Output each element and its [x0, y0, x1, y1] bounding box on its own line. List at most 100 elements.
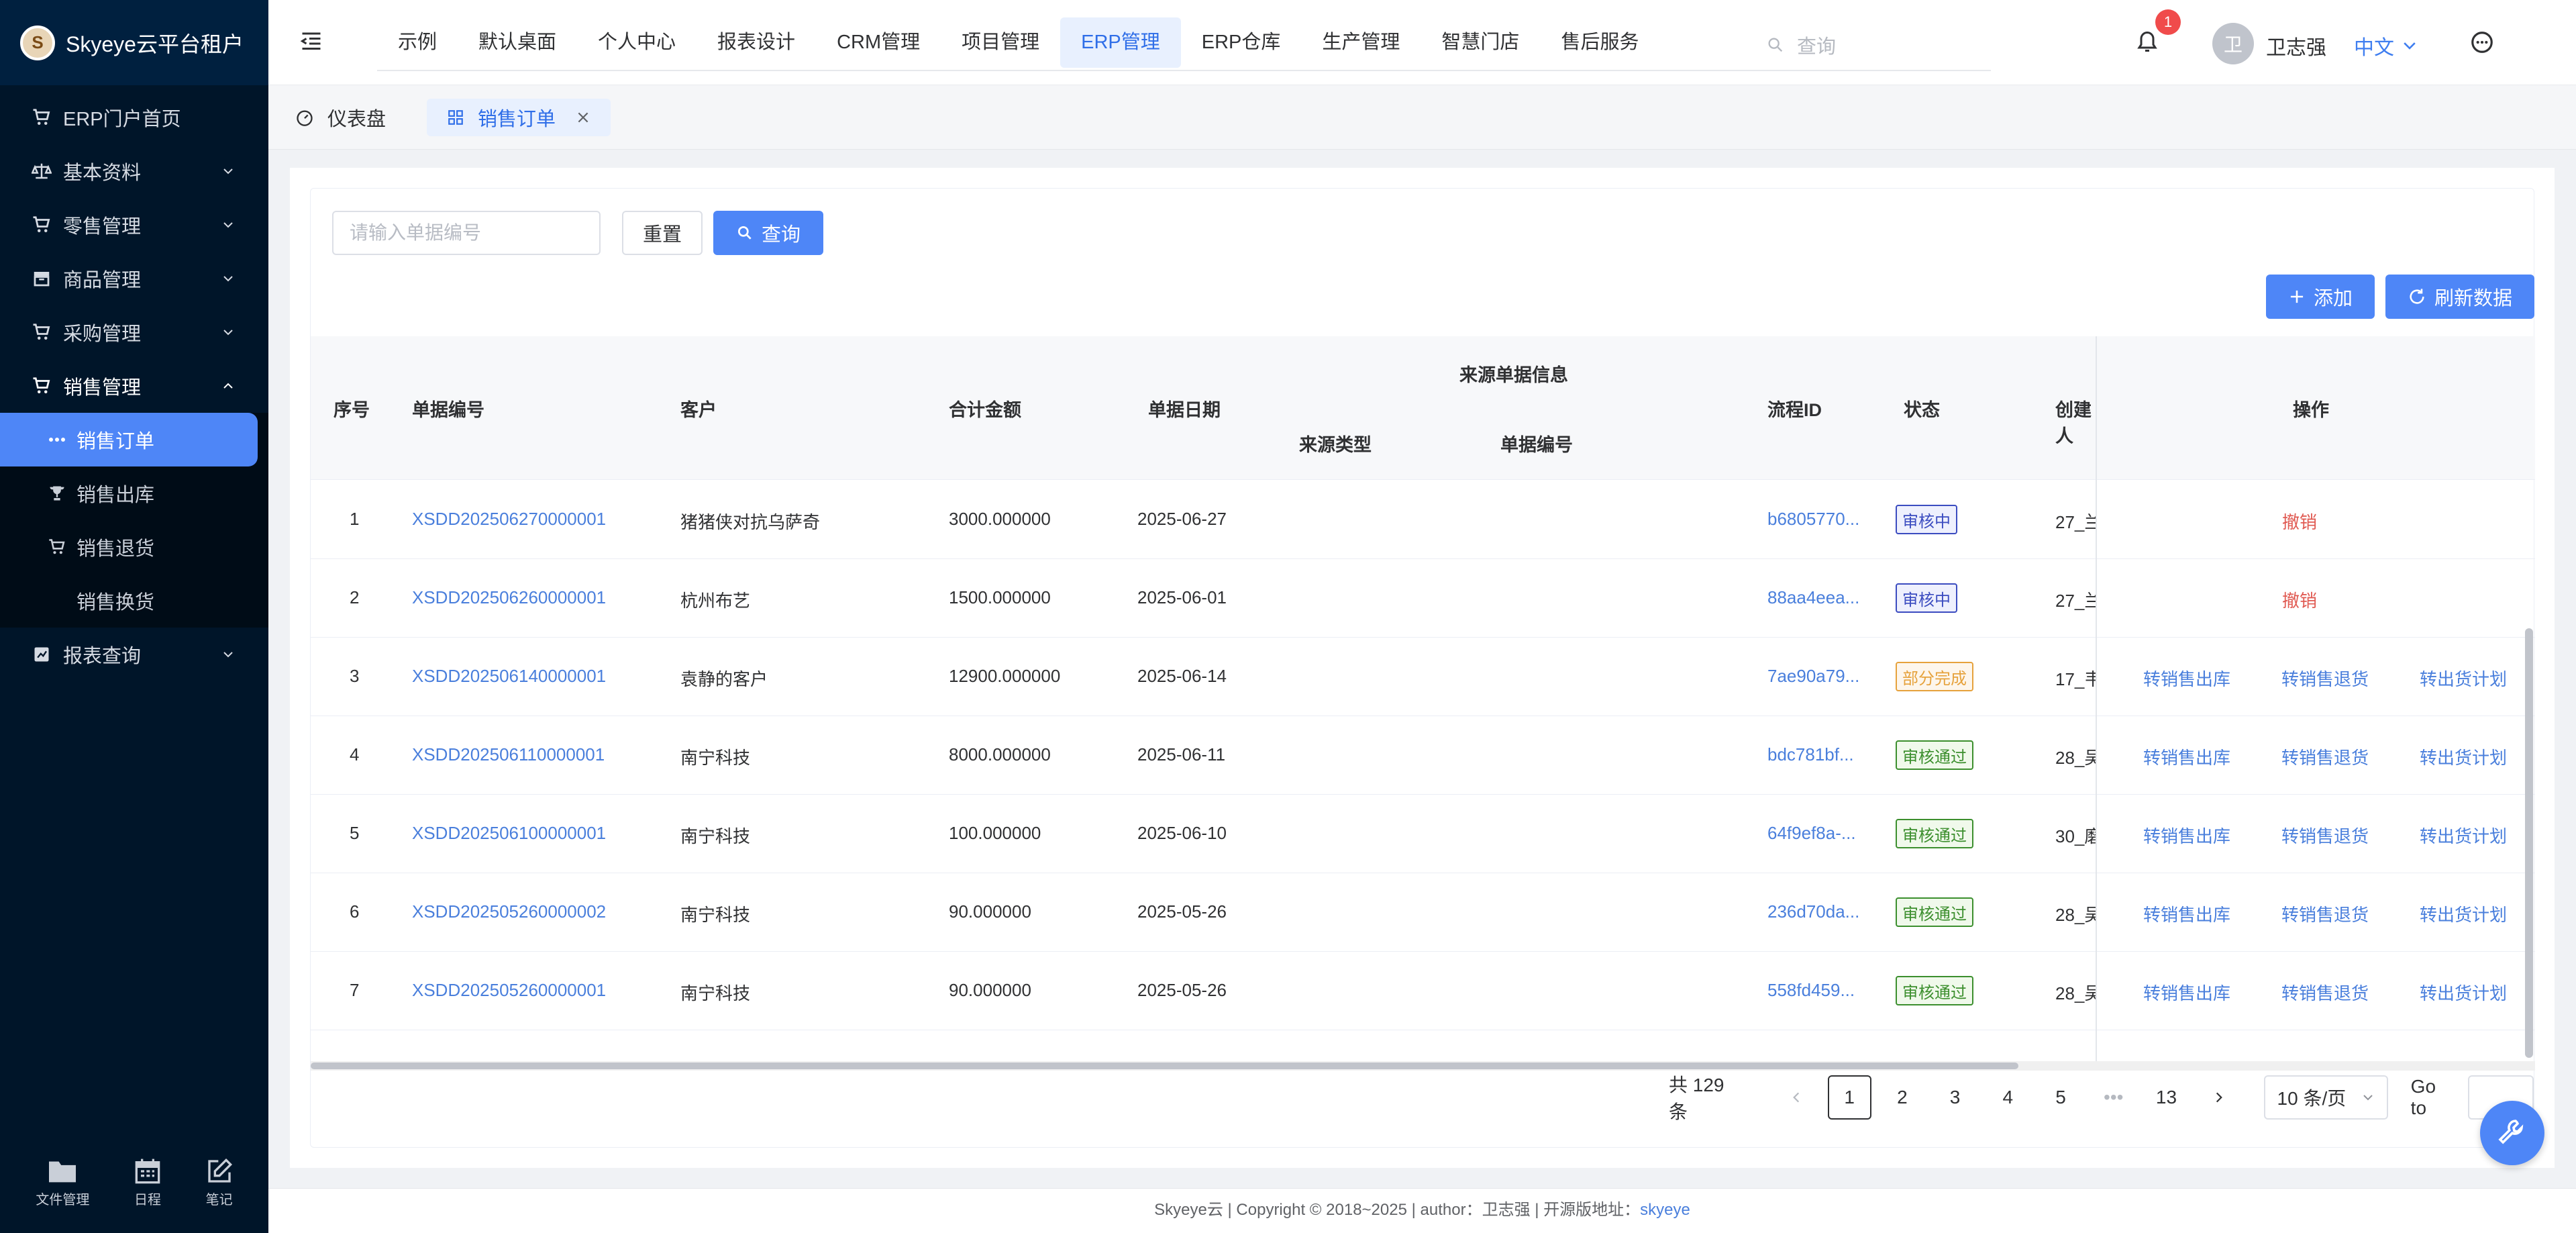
bell-icon[interactable]	[2135, 28, 2159, 55]
to-shipment-plan-link[interactable]: 转出货计划	[2420, 823, 2507, 848]
tab-report-design[interactable]: 报表设计	[697, 17, 816, 68]
flow-id-link[interactable]: b6805770...	[1767, 509, 1859, 530]
to-sales-return-link[interactable]: 转销售退货	[2281, 666, 2369, 691]
page-1[interactable]: 1	[1827, 1075, 1871, 1120]
to-shipment-plan-link[interactable]: 转出货计划	[2420, 666, 2507, 691]
prev-page-icon[interactable]	[1775, 1075, 1818, 1120]
tab-examples[interactable]: 示例	[377, 17, 458, 68]
page-tab-sales-orders[interactable]: 销售订单	[427, 99, 611, 136]
sidebar-item-purchase[interactable]: 采购管理	[0, 305, 268, 359]
sidebar-item-erp-home[interactable]: ERP门户首页	[0, 91, 268, 144]
page-size-select[interactable]: 10 条/页	[2263, 1075, 2388, 1120]
footer-repo-link[interactable]: skyeye	[1640, 1201, 1690, 1219]
page-3[interactable]: 3	[1933, 1075, 1977, 1120]
row-amount: 1500.000000	[949, 587, 1051, 607]
to-sales-return-link[interactable]: 转销售退货	[2281, 901, 2369, 926]
vertical-scrollbar[interactable]	[2525, 628, 2533, 1058]
header-search[interactable]: 查询	[1766, 31, 1836, 59]
to-sales-outbound-link[interactable]: 转销售出库	[2143, 823, 2230, 848]
page-5[interactable]: 5	[2039, 1075, 2083, 1120]
tab-erp-warehouse[interactable]: ERP仓库	[1181, 17, 1302, 68]
sidebar-item-label: 销售退货	[76, 538, 155, 560]
schedule-button[interactable]: 日程	[134, 1158, 161, 1208]
sidebar-item-label: 销售订单	[76, 431, 155, 452]
flow-id-link[interactable]: 7ae90a79...	[1767, 666, 1859, 687]
tab-project[interactable]: 项目管理	[941, 17, 1060, 68]
tools-float-button[interactable]	[2480, 1101, 2544, 1165]
query-button[interactable]: 查询	[713, 211, 823, 255]
page-2[interactable]: 2	[1881, 1075, 1924, 1120]
cart-icon	[31, 214, 52, 236]
to-sales-outbound-link[interactable]: 转销售出库	[2143, 980, 2230, 1005]
to-sales-outbound-link[interactable]: 转销售出库	[2143, 901, 2230, 926]
sidebar-item-sales[interactable]: 销售管理	[0, 359, 268, 413]
order-code-link[interactable]: XSDD202506260000001	[412, 587, 606, 608]
sidebar-item-report[interactable]: 报表查询	[0, 628, 268, 681]
tab-after-sales[interactable]: 售后服务	[1540, 17, 1659, 68]
row-creator: 30_磨弦	[2055, 826, 2096, 846]
flow-id-link[interactable]: 88aa4eea...	[1767, 587, 1859, 608]
horizontal-scrollbar[interactable]	[311, 1061, 2535, 1071]
tab-personal-center[interactable]: 个人中心	[577, 17, 697, 68]
header-status: 状态	[1904, 400, 1940, 420]
sidebar-item-label: 基本资料	[63, 162, 142, 184]
flow-id-link[interactable]: bdc781bf...	[1767, 744, 1854, 765]
tab-production[interactable]: 生产管理	[1301, 17, 1421, 68]
order-code-link[interactable]: XSDD202506270000001	[412, 509, 606, 530]
menu-collapse-icon[interactable]	[299, 30, 323, 54]
to-sales-return-link[interactable]: 转销售退货	[2281, 980, 2369, 1005]
order-code-link[interactable]: XSDD202505260000001	[412, 980, 606, 1001]
sidebar-item-sales-orders[interactable]: 销售订单	[0, 413, 258, 466]
to-shipment-plan-link[interactable]: 转出货计划	[2420, 901, 2507, 926]
to-sales-return-link[interactable]: 转销售退货	[2281, 823, 2369, 848]
page-ellipsis[interactable]: •••	[2092, 1075, 2135, 1120]
tab-crm[interactable]: CRM管理	[816, 17, 941, 68]
notes-button[interactable]: 笔记	[206, 1158, 233, 1208]
next-page-icon[interactable]	[2198, 1075, 2241, 1120]
sidebar-item-sales-return[interactable]: 销售退货	[0, 520, 268, 574]
close-icon[interactable]	[576, 110, 590, 125]
to-shipment-plan-link[interactable]: 转出货计划	[2420, 980, 2507, 1005]
chevron-down-icon	[223, 222, 233, 228]
username[interactable]: 卫志强	[2266, 31, 2326, 60]
tab-smart-store[interactable]: 智慧门店	[1421, 17, 1540, 68]
flow-id-link[interactable]: 236d70da...	[1767, 901, 1859, 922]
reset-button[interactable]: 重置	[622, 211, 703, 255]
cancel-action-link[interactable]: 撤销	[2282, 587, 2317, 612]
cancel-action-link[interactable]: 撤销	[2282, 509, 2317, 534]
tab-default-desktop[interactable]: 默认桌面	[458, 17, 577, 68]
orders-card: 重置 查询 添加 刷新数据 序号 单据编号 客户 合计金额 单据日期 来源单据信…	[310, 188, 2535, 1148]
order-code-search-input[interactable]	[332, 211, 601, 255]
to-shipment-plan-link[interactable]: 转出货计划	[2420, 744, 2507, 769]
chat-icon[interactable]	[2469, 30, 2495, 55]
sidebar-item-retail[interactable]: 零售管理	[0, 198, 268, 252]
page-4[interactable]: 4	[1986, 1075, 2030, 1120]
page-tab-dashboard[interactable]: 仪表盘	[295, 99, 386, 136]
sidebar-item-goods[interactable]: 商品管理	[0, 252, 268, 305]
to-sales-outbound-link[interactable]: 转销售出库	[2143, 666, 2230, 691]
add-button[interactable]: 添加	[2266, 275, 2375, 319]
refresh-button[interactable]: 刷新数据	[2385, 275, 2534, 319]
flow-id-link[interactable]: 64f9ef8a-...	[1767, 823, 1856, 844]
sidebar-item-basic-data[interactable]: 基本资料	[0, 144, 268, 198]
table-row: 3 XSDD202506140000001 袁静的客户 12900.000000 202…	[311, 638, 2535, 716]
header-actions: 操作	[2293, 400, 2329, 420]
order-code-link[interactable]: XSDD202506140000001	[412, 666, 606, 687]
avatar[interactable]: 卫	[2212, 23, 2254, 64]
order-code-link[interactable]: XSDD202506110000001	[412, 744, 605, 765]
order-code-link[interactable]: XSDD202506100000001	[412, 823, 606, 844]
page-last[interactable]: 13	[2145, 1075, 2188, 1120]
trophy-icon	[47, 484, 67, 503]
brand[interactable]: S Skyeye云平台租户	[0, 0, 268, 85]
tab-erp[interactable]: ERP管理	[1060, 17, 1181, 68]
file-manager-button[interactable]: 文件管理	[36, 1158, 89, 1208]
to-sales-outbound-link[interactable]: 转销售出库	[2143, 744, 2230, 769]
to-sales-return-link[interactable]: 转销售退货	[2281, 744, 2369, 769]
sidebar-item-sales-outbound[interactable]: 销售出库	[0, 466, 268, 520]
pagination-total: 共 129 条	[1669, 1075, 1724, 1122]
order-code-link[interactable]: XSDD202505260000002	[412, 901, 606, 922]
sidebar-item-sales-exchange[interactable]: 销售换货	[0, 574, 268, 628]
flow-id-link[interactable]: 558fd459...	[1767, 980, 1855, 1001]
language-select[interactable]: 中文	[2354, 31, 2418, 60]
scrollbar-thumb[interactable]	[311, 1063, 2018, 1069]
